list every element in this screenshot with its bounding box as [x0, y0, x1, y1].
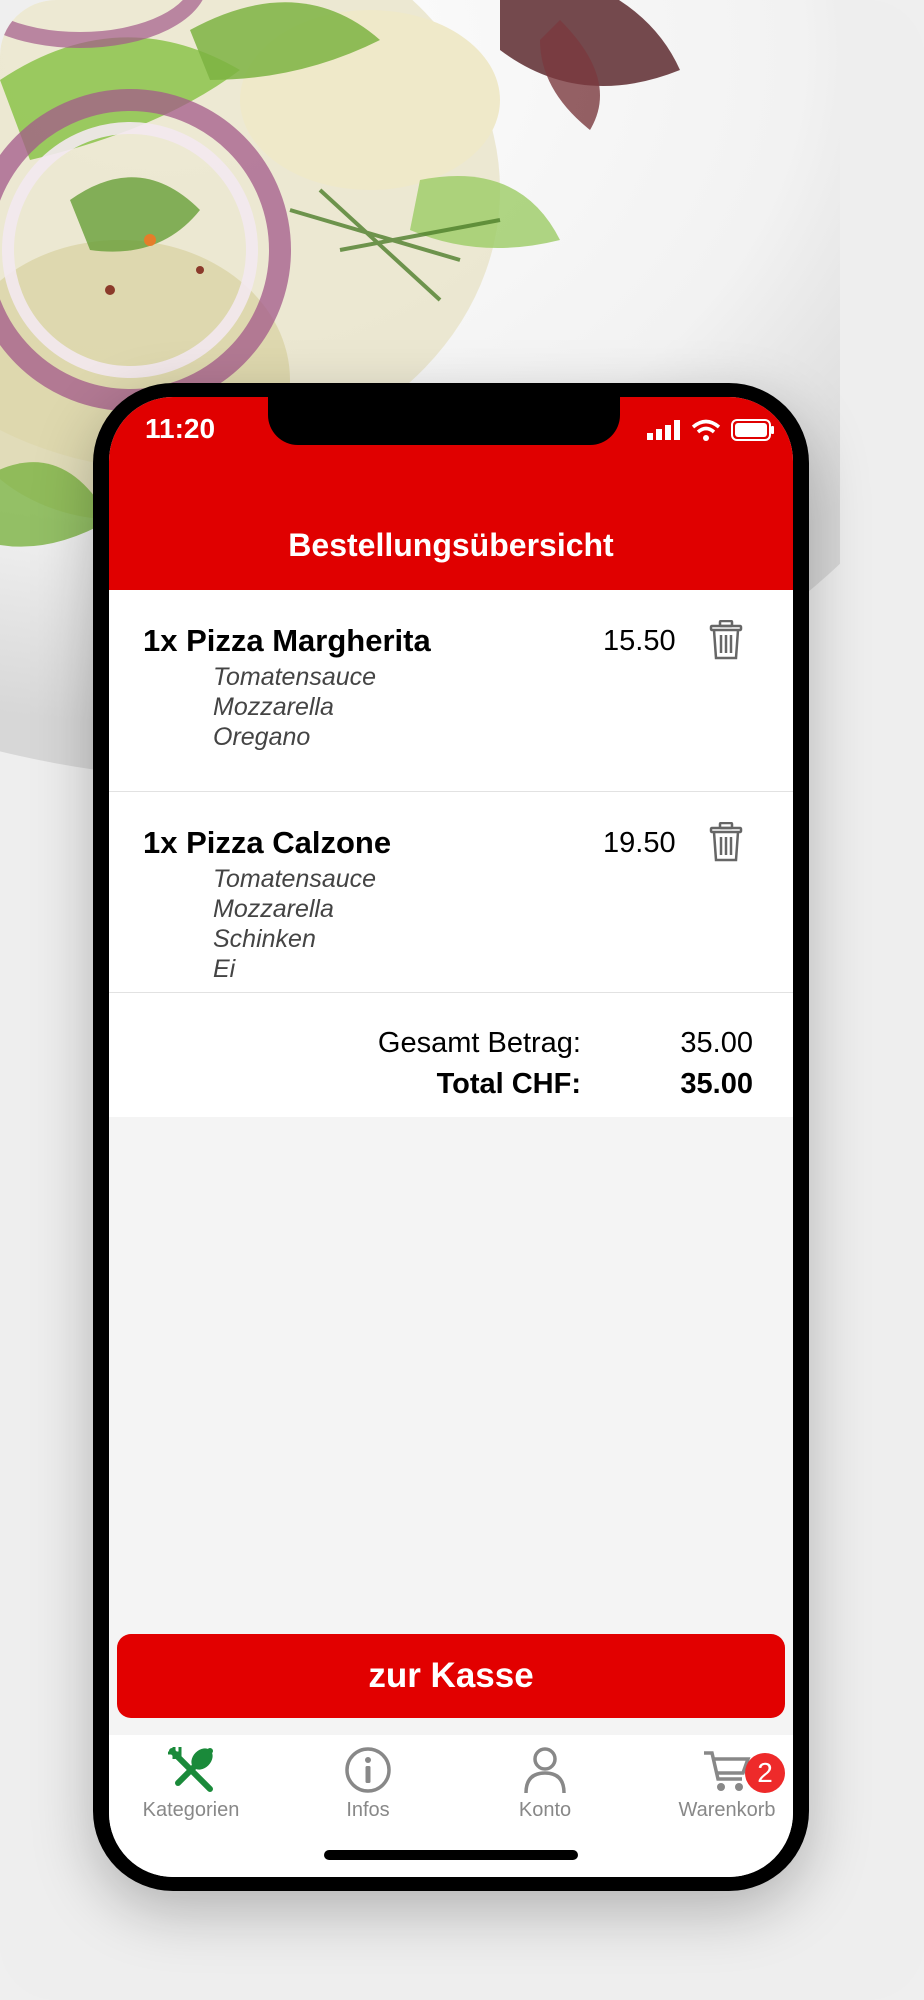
- ingredient: Oregano: [213, 723, 311, 751]
- tab-kategorien[interactable]: Kategorien: [111, 1745, 271, 1822]
- app-screen: 11:20 Bestellungsübersicht 1x Pizza Marg…: [109, 397, 793, 1877]
- subtotal-label: Gesamt Betrag:: [377, 1027, 581, 1059]
- ingredient-list: Tomatensauce Mozzarella Oregano: [213, 662, 793, 752]
- item-price: 15.50: [603, 625, 676, 657]
- ingredient: Schinken: [213, 925, 316, 953]
- user-icon: [524, 1747, 566, 1794]
- tab-warenkorb[interactable]: 2 Warenkorb: [647, 1745, 793, 1822]
- tab-label: Konto: [518, 1799, 572, 1821]
- checkout-button[interactable]: zur Kasse: [117, 1634, 785, 1718]
- cutlery-icon: [168, 1747, 213, 1792]
- trash-icon[interactable]: [707, 822, 745, 862]
- item-title: 1x Pizza Margherita: [143, 623, 431, 658]
- item-price: 19.50: [603, 827, 676, 859]
- ingredient: Mozzarella: [213, 895, 334, 923]
- wifi-icon: [691, 419, 721, 441]
- total-value: 35.00: [680, 1068, 753, 1100]
- tab-infos[interactable]: Infos: [288, 1745, 448, 1822]
- total-row: Total CHF: 35.00: [109, 1068, 793, 1108]
- tab-konto[interactable]: Konto: [465, 1745, 625, 1822]
- ingredient: Tomatensauce: [213, 663, 377, 691]
- page-title: Bestellungsübersicht: [288, 527, 614, 563]
- status-time: 11:20: [145, 413, 216, 444]
- subtotal-row: Gesamt Betrag: 35.00: [109, 1027, 793, 1067]
- tab-bar: Kategorien Infos Konto 2 Warenkorb: [109, 1735, 793, 1877]
- signal-icon: [647, 420, 680, 440]
- tab-label: Warenkorb: [678, 1799, 776, 1821]
- trash-icon[interactable]: [707, 620, 745, 660]
- tab-label: Infos: [346, 1799, 390, 1821]
- status-icons: [647, 419, 775, 441]
- ingredient: Mozzarella: [213, 693, 334, 721]
- cart-item[interactable]: 1x Pizza Margherita Tomatensauce Mozzare…: [109, 590, 793, 792]
- subtotal-value: 35.00: [680, 1027, 753, 1059]
- ingredient-list: Tomatensauce Mozzarella Schinken Ei: [213, 864, 793, 984]
- order-totals: Gesamt Betrag: 35.00 Total CHF: 35.00: [109, 993, 793, 1117]
- battery-icon: [731, 419, 774, 441]
- cart-list: 1x Pizza Margherita Tomatensauce Mozzare…: [109, 590, 793, 1117]
- home-indicator: [324, 1850, 578, 1860]
- page-frame: 11:20 Bestellungsübersicht 1x Pizza Marg…: [0, 0, 924, 2000]
- cart-count-badge: 2: [745, 1753, 785, 1793]
- info-icon: [345, 1747, 391, 1793]
- item-title: 1x Pizza Calzone: [143, 825, 392, 860]
- tab-label: Kategorien: [142, 1799, 240, 1821]
- total-label: Total CHF:: [436, 1068, 581, 1100]
- ingredient: Ei: [213, 955, 236, 983]
- phone-notch: [268, 395, 620, 445]
- ingredient: Tomatensauce: [213, 865, 377, 893]
- cart-item[interactable]: 1x Pizza Calzone Tomatensauce Mozzarella…: [109, 792, 793, 993]
